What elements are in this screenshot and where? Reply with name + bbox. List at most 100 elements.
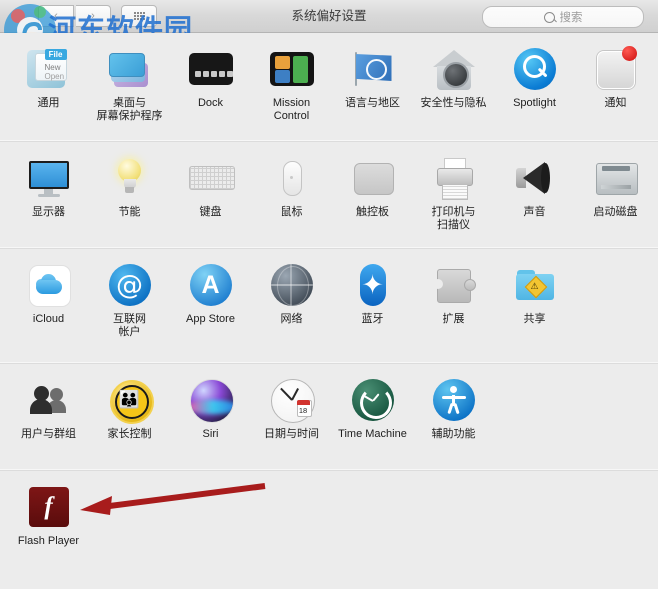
pref-item-network[interactable]: 网络 bbox=[251, 259, 332, 359]
time-machine-icon bbox=[349, 376, 397, 424]
notification-badge bbox=[621, 46, 637, 61]
security-privacy-icon bbox=[430, 45, 478, 93]
pref-item-flash-player[interactable]: f Flash Player bbox=[8, 481, 89, 548]
pref-label: 共享 bbox=[523, 313, 546, 325]
pref-item-notifications[interactable]: 通知 bbox=[575, 43, 656, 137]
pref-label-line1: 打印机与 bbox=[431, 206, 476, 218]
pref-item-bluetooth[interactable]: ✦ 蓝牙 bbox=[332, 259, 413, 359]
globe-icon bbox=[268, 261, 316, 309]
mouse-icon bbox=[268, 154, 316, 202]
pref-item-keyboard[interactable]: 键盘 bbox=[170, 152, 251, 244]
pref-label: 蓝牙 bbox=[361, 313, 384, 325]
pref-item-parental-controls[interactable]: 👪 家长控制 bbox=[89, 374, 170, 466]
pref-label: Spotlight bbox=[513, 97, 556, 109]
pref-item-users-groups[interactable]: 用户与群组 bbox=[8, 374, 89, 466]
back-button[interactable]: ‹ bbox=[38, 5, 74, 27]
pref-item-sound[interactable]: 声音 bbox=[494, 152, 575, 244]
pref-label: Time Machine bbox=[338, 428, 407, 440]
pref-label: 辅助功能 bbox=[431, 428, 476, 440]
pref-item-trackpad[interactable]: 触控板 bbox=[332, 152, 413, 244]
pref-label: Flash Player bbox=[17, 535, 80, 547]
pref-label: 鼠标 bbox=[280, 206, 303, 218]
pref-label-line2: 扫描仪 bbox=[437, 219, 470, 231]
app-store-icon: A bbox=[187, 261, 235, 309]
pref-label-line2: Control bbox=[273, 110, 310, 122]
flash-glyph: f bbox=[44, 493, 53, 520]
language-region-icon bbox=[349, 45, 397, 93]
pref-item-mission-control[interactable]: Mission Control bbox=[251, 43, 332, 137]
pref-label: 桌面与 屏幕保护程序 bbox=[97, 97, 163, 123]
desktop-screensaver-icon bbox=[106, 45, 154, 93]
forward-button[interactable]: › bbox=[76, 5, 111, 27]
pref-item-energy-saver[interactable]: 节能 bbox=[89, 152, 170, 244]
pref-item-internet-accounts[interactable]: @ 互联网 帐户 bbox=[89, 259, 170, 359]
pref-item-language-region[interactable]: 语言与地区 bbox=[332, 43, 413, 137]
parental-controls-icon: 👪 bbox=[106, 376, 154, 424]
pref-label: App Store bbox=[186, 313, 235, 325]
pref-label: 互联网 帐户 bbox=[113, 313, 146, 339]
displays-icon bbox=[25, 154, 73, 202]
pref-label: 启动磁盘 bbox=[593, 206, 638, 218]
pref-item-displays[interactable]: 显示器 bbox=[8, 152, 89, 244]
pref-label: 显示器 bbox=[32, 206, 65, 218]
icloud-icon bbox=[25, 261, 73, 309]
pref-label-line1: 互联网 bbox=[113, 313, 146, 325]
puzzle-icon bbox=[430, 261, 478, 309]
search-field[interactable]: 搜索 bbox=[482, 6, 644, 28]
dock-icon bbox=[187, 45, 235, 93]
pref-label: 扩展 bbox=[442, 313, 465, 325]
pref-item-mouse[interactable]: 鼠标 bbox=[251, 152, 332, 244]
back-chevron-icon: ‹ bbox=[54, 9, 58, 22]
pref-item-dock[interactable]: Dock bbox=[170, 43, 251, 137]
spotlight-icon bbox=[511, 45, 559, 93]
prefs-row-system: 用户与群组 👪 家长控制 Siri 18 日期与时间 Time Machine … bbox=[0, 363, 658, 470]
pref-label: 通用 bbox=[37, 97, 60, 109]
trackpad-icon bbox=[349, 154, 397, 202]
pref-item-time-machine[interactable]: Time Machine bbox=[332, 374, 413, 466]
search-placeholder: 搜索 bbox=[559, 12, 583, 24]
sharing-folder-icon: ⚠ bbox=[511, 261, 559, 309]
preferences-pane: New Open File 通用 桌面与 屏幕保护程序 Dock Mission… bbox=[0, 33, 658, 572]
prefs-row-hardware: 显示器 节能 键盘 鼠标 触控板 打印机与 扫描仪 声音 启动磁盘 bbox=[0, 141, 658, 248]
pref-item-printers-scanners[interactable]: 打印机与 扫描仪 bbox=[413, 152, 494, 244]
pref-label: 键盘 bbox=[199, 206, 222, 218]
pref-label: 打印机与 扫描仪 bbox=[432, 206, 476, 232]
pref-item-desktop-screensaver[interactable]: 桌面与 屏幕保护程序 bbox=[89, 43, 170, 137]
startup-disk-icon bbox=[592, 154, 640, 202]
calendar-day: 18 bbox=[298, 405, 308, 415]
users-icon bbox=[25, 376, 73, 424]
pref-item-date-time[interactable]: 18 日期与时间 bbox=[251, 374, 332, 466]
prefs-row-other: f Flash Player bbox=[0, 470, 658, 572]
pref-item-security-privacy[interactable]: 安全性与隐私 bbox=[413, 43, 494, 137]
pref-label-line1: 桌面与 bbox=[113, 97, 146, 109]
pref-label: Siri bbox=[202, 428, 219, 440]
show-all-button[interactable] bbox=[121, 5, 157, 27]
pref-label: 用户与群组 bbox=[21, 428, 76, 440]
prefs-row-personal: New Open File 通用 桌面与 屏幕保护程序 Dock Mission… bbox=[0, 33, 658, 141]
printer-icon bbox=[430, 154, 478, 202]
pref-item-spotlight[interactable]: Spotlight bbox=[494, 43, 575, 137]
pref-item-siri[interactable]: Siri bbox=[170, 374, 251, 466]
search-icon bbox=[543, 11, 555, 23]
pref-label-line2: 屏幕保护程序 bbox=[96, 110, 163, 122]
pref-item-sharing[interactable]: ⚠ 共享 bbox=[494, 259, 575, 359]
pref-label: 触控板 bbox=[356, 206, 389, 218]
pref-item-app-store[interactable]: A App Store bbox=[170, 259, 251, 359]
siri-icon bbox=[187, 376, 235, 424]
flash-player-icon: f bbox=[25, 483, 73, 531]
pref-item-general[interactable]: New Open File 通用 bbox=[8, 43, 89, 137]
sound-icon bbox=[511, 154, 559, 202]
pref-item-icloud[interactable]: iCloud bbox=[8, 259, 89, 359]
prefs-row-internet: iCloud @ 互联网 帐户 A App Store 网络 ✦ 蓝牙 扩展 ⚠… bbox=[0, 248, 658, 363]
grid-icon bbox=[133, 12, 145, 20]
pref-item-extensions[interactable]: 扩展 bbox=[413, 259, 494, 359]
nav-button-group: ‹ › bbox=[38, 5, 157, 27]
at-sign-icon: @ bbox=[106, 261, 154, 309]
mission-control-icon bbox=[268, 45, 316, 93]
pref-label: 通知 bbox=[604, 97, 627, 109]
pref-item-accessibility[interactable]: 辅助功能 bbox=[413, 374, 494, 466]
pref-label: 节能 bbox=[118, 206, 141, 218]
pref-label: 安全性与隐私 bbox=[420, 97, 487, 109]
pref-label: 网络 bbox=[280, 313, 303, 325]
pref-item-startup-disk[interactable]: 启动磁盘 bbox=[575, 152, 656, 244]
